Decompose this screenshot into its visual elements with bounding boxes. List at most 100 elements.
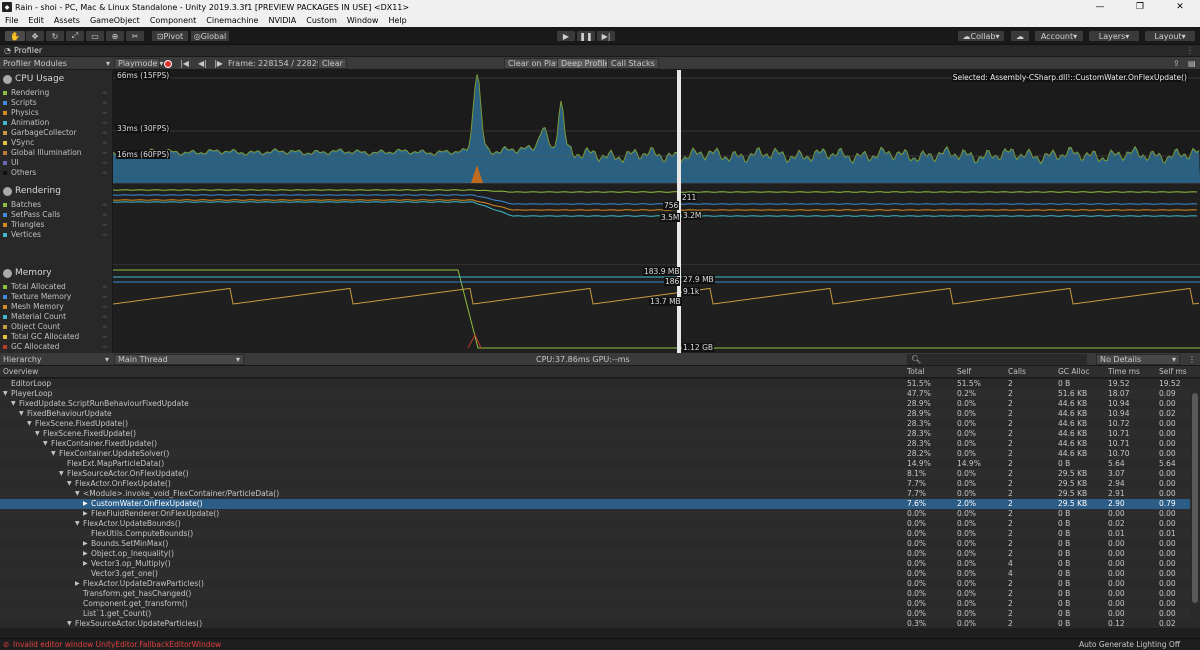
drag-handle-icon[interactable]: ═ xyxy=(103,293,107,301)
drag-handle-icon[interactable]: ═ xyxy=(103,221,107,229)
menu-item[interactable]: File xyxy=(0,16,23,25)
drag-handle-icon[interactable]: ═ xyxy=(103,119,107,127)
module-legend-item[interactable]: UI ═ xyxy=(3,158,109,167)
module-legend-item[interactable]: Mesh Memory ═ xyxy=(3,302,109,311)
cloud-button[interactable]: ☁ xyxy=(1010,30,1030,42)
table-row[interactable]: ▼ FixedBehaviourUpdate 28.9% 0.0% 2 44.6 KB 10… xyxy=(0,409,1190,419)
transform-tool-icon[interactable]: ⊕ xyxy=(105,30,125,42)
table-row[interactable]: Component.get_transform() 0.0% 0.0% 2 0 B 0.0… xyxy=(0,599,1190,609)
playmode-dropdown[interactable]: Playmode ▾ xyxy=(114,58,163,69)
table-row[interactable]: ▶ FlexFluidRenderer.OnFlexUpdate() 0.0% 0.0… xyxy=(0,509,1190,519)
column-header[interactable]: GC Alloc xyxy=(1058,367,1089,376)
expand-arrow-icon[interactable]: ▶ xyxy=(83,549,88,559)
profiler-modules-dropdown[interactable]: Profiler Modules ▾ xyxy=(0,58,113,69)
module-legend-item[interactable]: Object Count ═ xyxy=(3,322,109,331)
global-toggle[interactable]: ◎ Global xyxy=(190,30,230,42)
table-row[interactable]: ▶ Vector3.op_Multiply() 0.0% 0.0% 4 0 B 0.00 0.… xyxy=(0,559,1190,569)
expand-arrow-icon[interactable]: ▶ xyxy=(83,499,88,509)
menu-item[interactable]: Cinemachine xyxy=(201,16,263,25)
drag-handle-icon[interactable]: ═ xyxy=(103,159,107,167)
load-icon[interactable]: ⇪ xyxy=(1170,58,1183,69)
deep-profile-toggle[interactable]: Deep Profile xyxy=(557,58,614,69)
expand-arrow-icon[interactable]: ▼ xyxy=(59,469,64,479)
module-legend-item[interactable]: Triangles ═ xyxy=(3,220,109,229)
column-header[interactable]: Self xyxy=(957,367,971,376)
table-row[interactable]: Vector3.get_one() 0.0% 0.0% 4 0 B 0.00 0.00 xyxy=(0,569,1190,579)
table-row[interactable]: ▼ <Module>.invoke_void_FlexContainer/Part… xyxy=(0,489,1190,499)
call-stacks-toggle[interactable]: Call Stacks xyxy=(607,58,659,69)
menu-item[interactable]: GameObject xyxy=(85,16,145,25)
drag-handle-icon[interactable]: ═ xyxy=(103,283,107,291)
table-row[interactable]: ▶ CustomWater.OnFlexUpdate() 7.6% 2.0% 2 29.5… xyxy=(0,499,1190,509)
module-legend-item[interactable]: Global Illumination ═ xyxy=(3,148,109,157)
expand-arrow-icon[interactable]: ▶ xyxy=(83,509,88,519)
drag-handle-icon[interactable]: ═ xyxy=(103,129,107,137)
module-legend-item[interactable]: Total Allocated ═ xyxy=(3,282,109,291)
column-header[interactable]: Calls xyxy=(1008,367,1026,376)
charts-svg[interactable] xyxy=(112,70,1200,353)
table-row[interactable]: ▶ Object.op_Inequality() 0.0% 0.0% 2 0 B 0.00 0… xyxy=(0,549,1190,559)
rendering-module-title[interactable]: Rendering xyxy=(3,186,61,196)
options-icon[interactable]: ⋮ xyxy=(1185,354,1199,365)
next-frame-icon[interactable]: |▶ xyxy=(211,58,226,69)
clear-button[interactable]: Clear xyxy=(318,58,347,69)
expand-arrow-icon[interactable]: ▼ xyxy=(11,399,16,409)
drag-handle-icon[interactable]: ═ xyxy=(103,109,107,117)
column-header[interactable]: Self ms xyxy=(1159,367,1187,376)
drag-handle-icon[interactable]: ═ xyxy=(103,139,107,147)
module-legend-item[interactable]: Scripts ═ xyxy=(3,98,109,107)
expand-arrow-icon[interactable]: ▼ xyxy=(19,409,24,419)
collab-button[interactable]: ☁ Collab ▾ xyxy=(957,30,1005,42)
table-row[interactable]: ▼ FlexSourceActor.UpdateParticles() 0.3% 0.… xyxy=(0,619,1190,628)
frame-cursor[interactable] xyxy=(677,70,681,353)
table-row[interactable]: ▼ FlexContainer.UpdateSolver() 28.2% 0.0% 2 4… xyxy=(0,449,1190,459)
column-header[interactable]: Overview xyxy=(3,367,38,376)
minimize-icon[interactable]: — xyxy=(1080,0,1120,14)
maximize-icon[interactable]: ❐ xyxy=(1120,0,1160,14)
move-tool-icon[interactable]: ✥ xyxy=(25,30,45,42)
table-row[interactable]: ▼ PlayerLoop 47.7% 0.2% 2 51.6 KB 18.07 0.09 xyxy=(0,389,1190,399)
module-legend-item[interactable]: GarbageCollector ═ xyxy=(3,128,109,137)
pause-button[interactable]: ❚❚ xyxy=(576,30,596,42)
drag-handle-icon[interactable]: ═ xyxy=(103,333,107,341)
drag-handle-icon[interactable]: ═ xyxy=(103,313,107,321)
table-row[interactable]: ▼ FlexScene.FixedUpdate() 28.3% 0.0% 2 44.6 K… xyxy=(0,419,1190,429)
memory-module-title[interactable]: Memory xyxy=(3,268,52,278)
menu-item[interactable]: Component xyxy=(145,16,201,25)
module-legend-item[interactable]: Material Count ═ xyxy=(3,312,109,321)
table-row[interactable]: ▼ FixedUpdate.ScriptRunBehaviourFixedUpda… xyxy=(0,399,1190,409)
drag-handle-icon[interactable]: ═ xyxy=(103,303,107,311)
profiler-tab[interactable]: Profiler xyxy=(14,46,42,55)
expand-arrow-icon[interactable]: ▼ xyxy=(35,429,40,439)
table-row[interactable]: ▼ FlexActor.UpdateBounds() 0.0% 0.0% 2 0 B 0.0… xyxy=(0,519,1190,529)
module-legend-item[interactable]: Physics ═ xyxy=(3,108,109,117)
menu-item[interactable]: NVIDIA xyxy=(263,16,301,25)
table-row[interactable]: ▼ FlexSourceActor.OnFlexUpdate() 8.1% 0.0% 2… xyxy=(0,469,1190,479)
status-error-text[interactable]: Invalid editor window UnityEditor.Fallba… xyxy=(13,640,221,649)
play-button[interactable]: ▶ xyxy=(556,30,576,42)
drag-handle-icon[interactable]: ═ xyxy=(103,89,107,97)
layout-dropdown[interactable]: Layout ▾ xyxy=(1144,30,1196,42)
hierarchy-table[interactable]: EditorLoop 51.5% 51.5% 2 0 B 19.52 19.52 ▼ Playe… xyxy=(0,379,1190,628)
table-row[interactable]: List`1.get_Count() 0.0% 0.0% 2 0 B 0.00 0.00 xyxy=(0,609,1190,619)
expand-arrow-icon[interactable]: ▼ xyxy=(67,619,72,628)
table-row[interactable]: FlexExt.MapParticleData() 14.9% 14.9% 2 0 B 5… xyxy=(0,459,1190,469)
profiler-charts[interactable]: 66ms (15FPS) 33ms (30FPS) 16ms (60FPS) S… xyxy=(112,70,1200,353)
rotate-tool-icon[interactable]: ↻ xyxy=(45,30,65,42)
tab-menu-icon[interactable]: ⋮ xyxy=(1186,46,1194,55)
module-legend-item[interactable]: Batches ═ xyxy=(3,200,109,209)
save-icon[interactable]: ▤ xyxy=(1185,58,1199,69)
module-legend-item[interactable]: SetPass Calls ═ xyxy=(3,210,109,219)
scrollbar-thumb[interactable] xyxy=(1192,393,1198,603)
expand-arrow-icon[interactable]: ▶ xyxy=(75,579,80,589)
expand-arrow-icon[interactable]: ▼ xyxy=(67,479,72,489)
drag-handle-icon[interactable]: ═ xyxy=(103,99,107,107)
table-row[interactable]: EditorLoop 51.5% 51.5% 2 0 B 19.52 19.52 xyxy=(0,379,1190,389)
table-row[interactable]: FlexUtils.ComputeBounds() 0.0% 0.0% 2 0 B 0.0… xyxy=(0,529,1190,539)
expand-arrow-icon[interactable]: ▶ xyxy=(83,559,88,569)
expand-arrow-icon[interactable]: ▼ xyxy=(43,439,48,449)
rect-tool-icon[interactable]: ▭ xyxy=(85,30,105,42)
prev-frame-icon[interactable]: ◀| xyxy=(195,58,210,69)
expand-arrow-icon[interactable]: ▼ xyxy=(75,489,80,499)
first-frame-icon[interactable]: |◀ xyxy=(177,58,192,69)
